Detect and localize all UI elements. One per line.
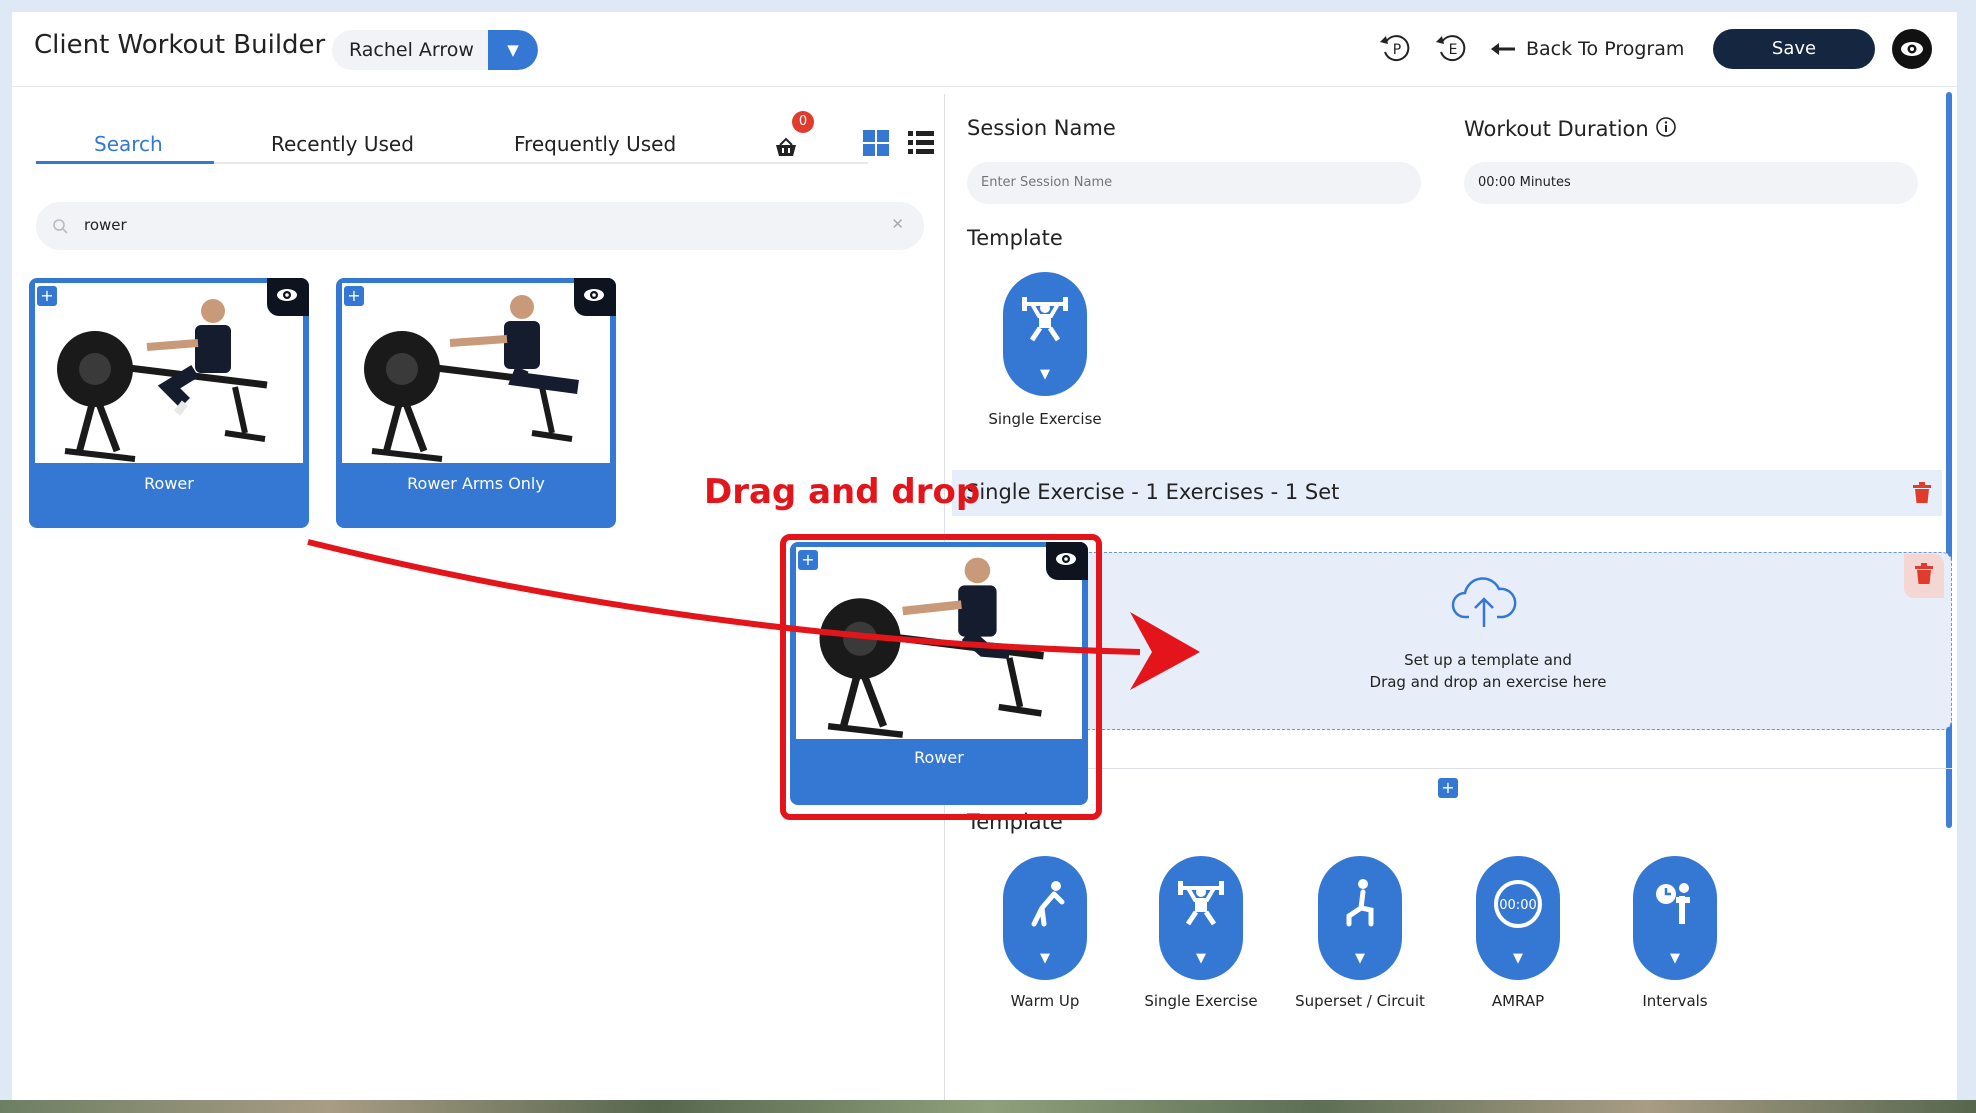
workout-builder-window: Client Workout Builder : Rachel Arrow ▼ … [12,12,1957,1104]
desktop-wallpaper-strip [0,1100,1976,1113]
drag-arrow [307,539,1200,690]
